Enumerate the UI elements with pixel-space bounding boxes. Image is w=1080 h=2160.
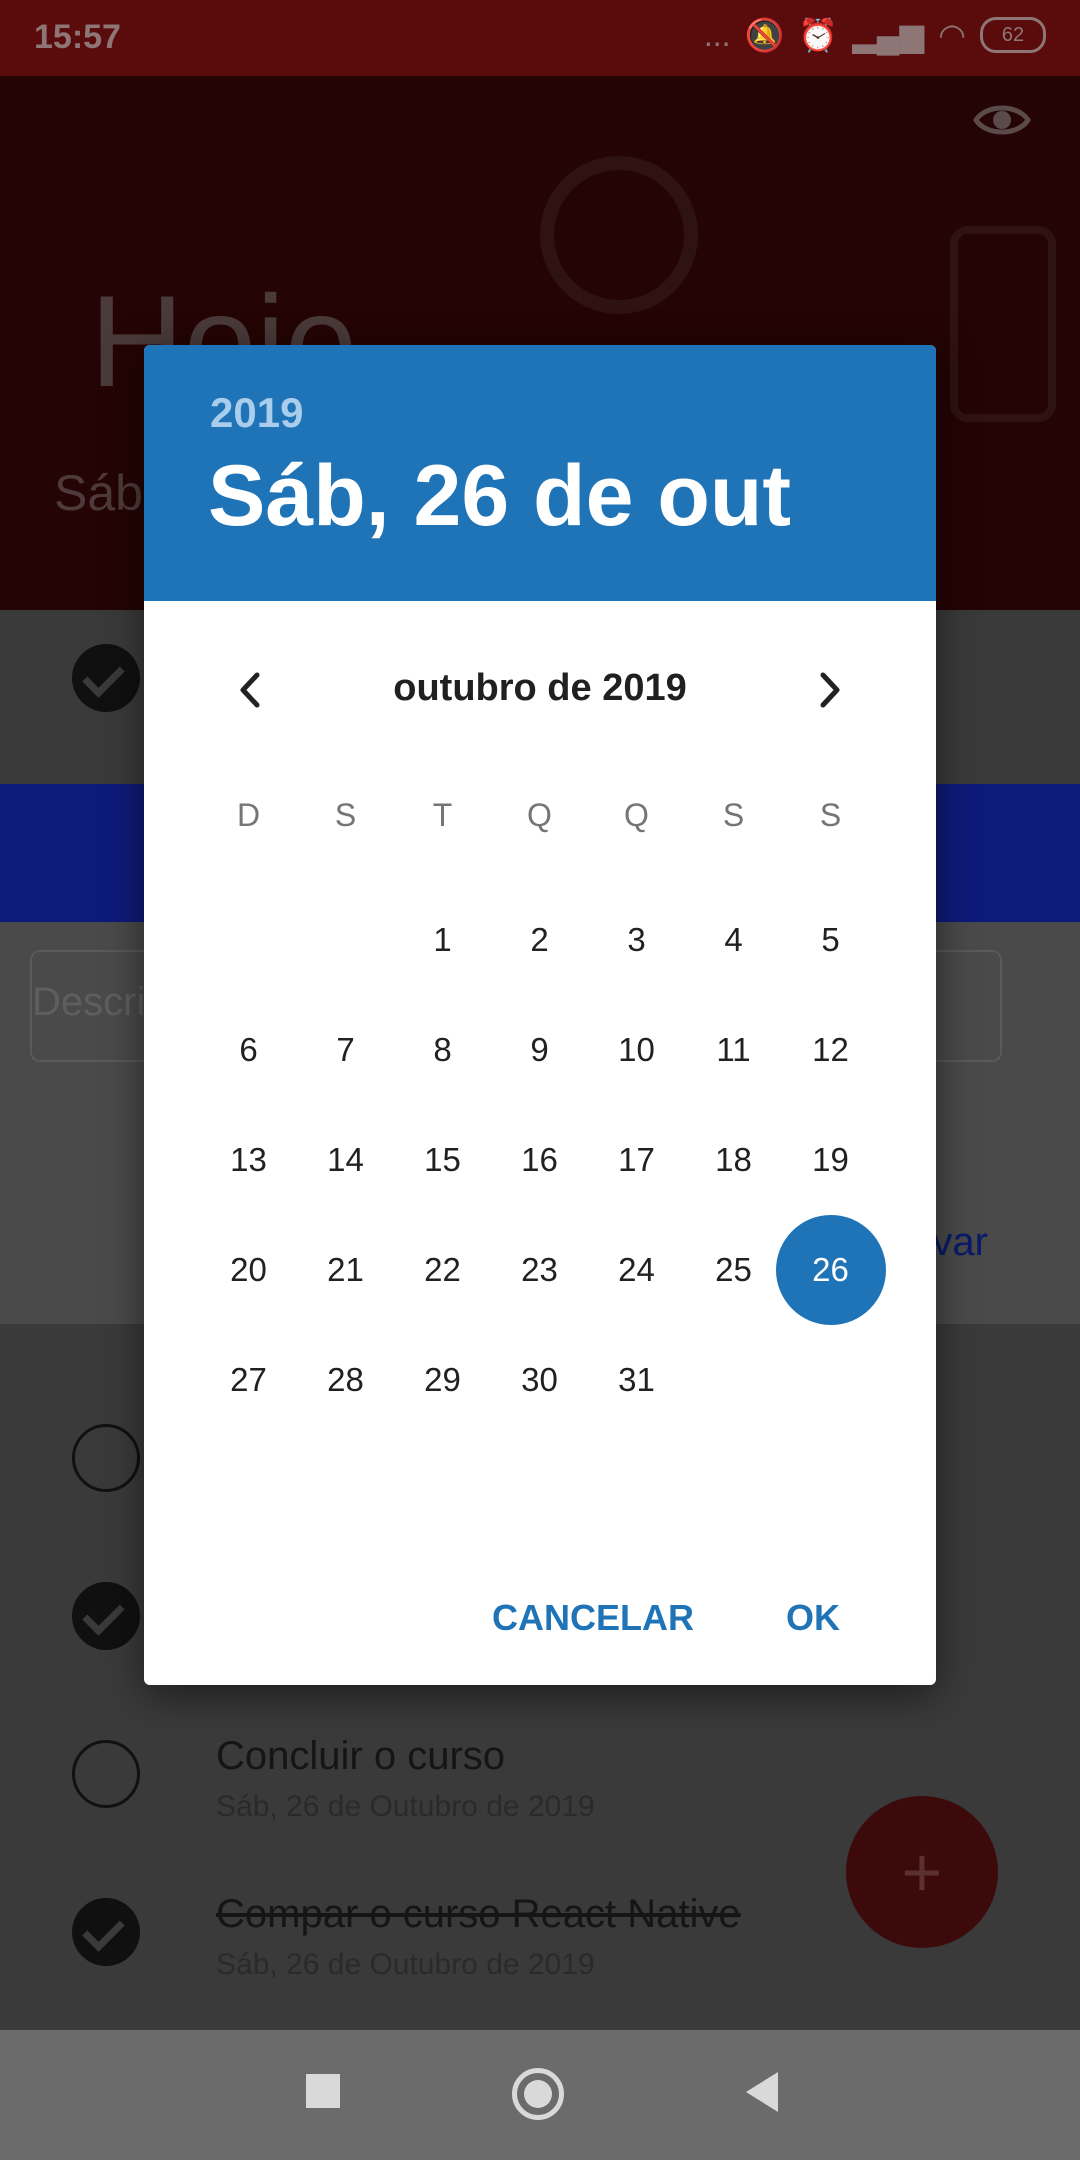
- calendar-week: 13 14 15 16 17 18 19: [200, 1105, 880, 1215]
- day-cell[interactable]: 4: [685, 885, 782, 995]
- system-nav-bar: [0, 2030, 1080, 2160]
- day-number: 14: [327, 1141, 364, 1178]
- day-cell[interactable]: 27: [200, 1325, 297, 1435]
- day-cell[interactable]: 16: [491, 1105, 588, 1215]
- day-number: 9: [530, 1031, 549, 1068]
- day-cell[interactable]: 10: [588, 995, 685, 1105]
- empty-day-cell: [685, 1325, 782, 1435]
- day-number: 30: [521, 1361, 558, 1398]
- calendar-week: 1 2 3 4 5: [200, 885, 880, 995]
- day-number: 28: [327, 1361, 364, 1398]
- selected-date: Sáb, 26 de out: [208, 448, 792, 544]
- calendar-week: 27 28 29 30 31: [200, 1325, 880, 1435]
- day-number: 2: [530, 921, 549, 958]
- day-cell[interactable]: 22: [394, 1215, 491, 1325]
- day-cell[interactable]: 30: [491, 1325, 588, 1435]
- day-number: 5: [821, 921, 840, 958]
- day-number: 3: [627, 921, 646, 958]
- day-cell[interactable]: 8: [394, 995, 491, 1105]
- day-number: 19: [812, 1141, 849, 1178]
- recents-icon[interactable]: [298, 2066, 358, 2126]
- day-cell[interactable]: 3: [588, 885, 685, 995]
- weekday-header: D S T Q Q S S: [200, 797, 880, 834]
- day-number: 8: [433, 1031, 452, 1068]
- day-number: 29: [424, 1361, 461, 1398]
- day-cell[interactable]: 17: [588, 1105, 685, 1215]
- day-cell[interactable]: 1: [394, 885, 491, 995]
- day-cell[interactable]: 2: [491, 885, 588, 995]
- day-cell[interactable]: 7: [297, 995, 394, 1105]
- weekday-label: S: [334, 797, 357, 833]
- day-cell[interactable]: 21: [297, 1215, 394, 1325]
- empty-day-cell: [782, 1325, 879, 1435]
- empty-day-cell: [200, 885, 297, 995]
- day-number: 18: [715, 1141, 752, 1178]
- dialog-actions: CANCELAR OK: [144, 1565, 936, 1685]
- weekday-label: S: [722, 797, 745, 833]
- day-number: 23: [521, 1251, 558, 1288]
- weekday-label: D: [236, 797, 261, 833]
- day-number: 4: [724, 921, 743, 958]
- selected-day-cell[interactable]: 26: [776, 1215, 886, 1325]
- date-picker-dialog: 2019 Sáb, 26 de out outubro de 2019 D S …: [144, 345, 936, 1685]
- day-cell[interactable]: 29: [394, 1325, 491, 1435]
- year-selector[interactable]: 2019: [210, 389, 303, 437]
- day-number: 10: [618, 1031, 655, 1068]
- calendar-week: 6 7 8 9 10 11 12: [200, 995, 880, 1105]
- calendar-week: 20 21 22 23 24 25 26: [200, 1215, 886, 1325]
- day-cell[interactable]: 19: [782, 1105, 879, 1215]
- day-cell[interactable]: 5: [782, 885, 879, 995]
- day-cell[interactable]: 18: [685, 1105, 782, 1215]
- day-cell[interactable]: 20: [200, 1215, 297, 1325]
- day-number: 22: [424, 1251, 461, 1288]
- weekday-label: T: [432, 797, 453, 833]
- day-number: 31: [618, 1361, 655, 1398]
- day-number: 25: [715, 1251, 752, 1288]
- day-number: 16: [521, 1141, 558, 1178]
- day-number: 27: [230, 1361, 267, 1398]
- empty-day-cell: [297, 885, 394, 995]
- day-number: 24: [618, 1251, 655, 1288]
- ok-button[interactable]: OK: [786, 1597, 840, 1639]
- day-cell[interactable]: 25: [685, 1215, 782, 1325]
- day-cell[interactable]: 24: [588, 1215, 685, 1325]
- calendar-grid: 1 2 3 4 5 6 7 8 9 10 11 12 13 14 15 16 17 18 19 20 21 22 23 24 2…: [200, 885, 886, 1435]
- day-number: 20: [230, 1251, 267, 1288]
- day-number: 26: [812, 1251, 849, 1288]
- weekday-label: Q: [624, 797, 649, 833]
- day-number: 15: [424, 1141, 461, 1178]
- back-icon[interactable]: [740, 2066, 800, 2126]
- day-number: 11: [716, 1031, 751, 1068]
- day-number: 7: [336, 1031, 355, 1068]
- month-navigation: outubro de 2019: [144, 645, 936, 735]
- day-cell[interactable]: 11: [685, 995, 782, 1105]
- day-number: 21: [327, 1251, 364, 1288]
- day-cell[interactable]: 12: [782, 995, 879, 1105]
- day-cell[interactable]: 13: [200, 1105, 297, 1215]
- day-cell[interactable]: 6: [200, 995, 297, 1105]
- day-cell[interactable]: 31: [588, 1325, 685, 1435]
- day-number: 6: [239, 1031, 258, 1068]
- day-cell[interactable]: 9: [491, 995, 588, 1105]
- day-cell[interactable]: 23: [491, 1215, 588, 1325]
- day-cell[interactable]: 28: [297, 1325, 394, 1435]
- date-picker-header: 2019 Sáb, 26 de out: [144, 345, 936, 601]
- day-cell[interactable]: 15: [394, 1105, 491, 1215]
- home-icon[interactable]: [510, 2066, 570, 2126]
- day-number: 17: [618, 1141, 655, 1178]
- weekday-label: S: [819, 797, 842, 833]
- day-number: 1: [433, 921, 452, 958]
- day-number: 12: [812, 1031, 849, 1068]
- cancel-button[interactable]: CANCELAR: [492, 1597, 694, 1639]
- weekday-label: Q: [527, 797, 552, 833]
- chevron-right-icon[interactable]: [802, 663, 856, 717]
- day-number: 13: [230, 1141, 267, 1178]
- day-cell[interactable]: 14: [297, 1105, 394, 1215]
